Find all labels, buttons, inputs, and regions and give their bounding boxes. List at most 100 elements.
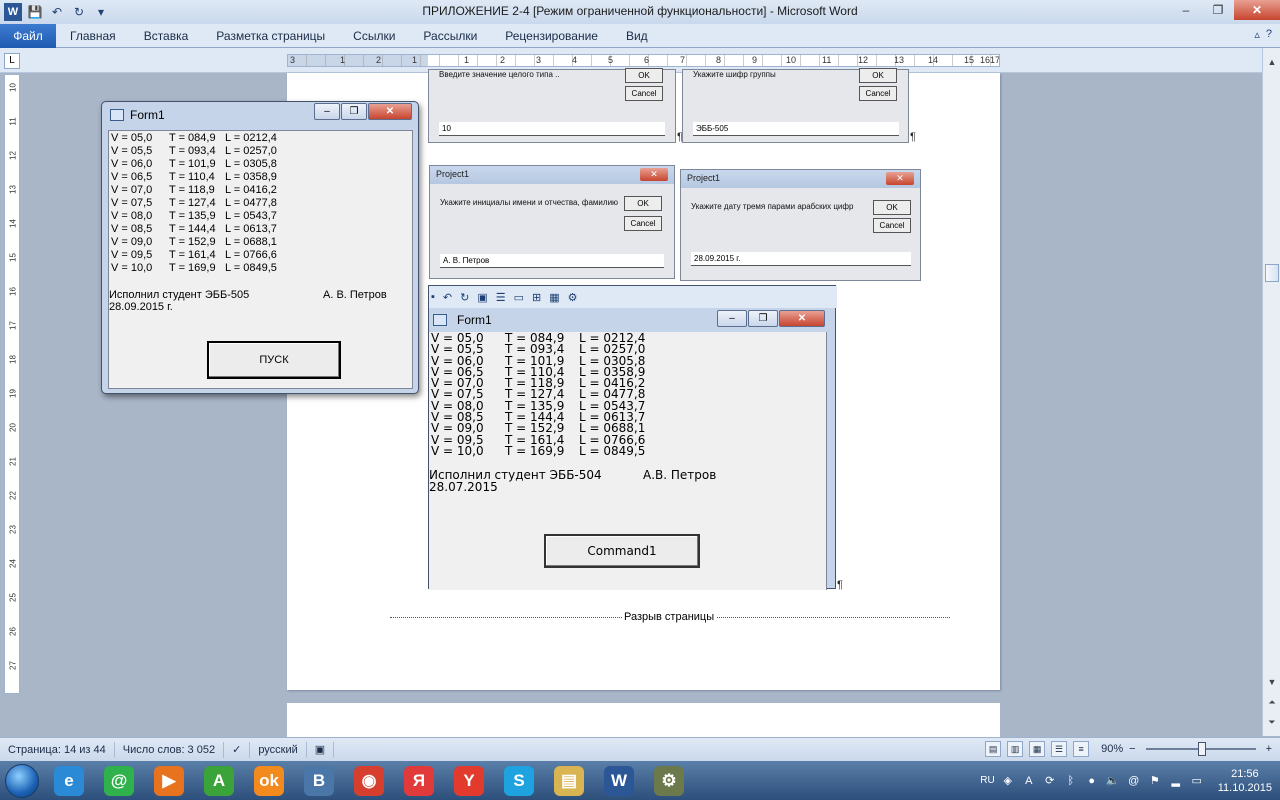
- zoom-controls: ▤ ▥ ▦ ☰ ≡ 90% − +: [985, 741, 1280, 757]
- input-language[interactable]: RU: [980, 775, 994, 786]
- zoom-slider[interactable]: [1145, 742, 1256, 756]
- dialog-close-icon[interactable]: ✕: [640, 168, 668, 181]
- tray-app-icon[interactable]: ◈: [1000, 773, 1016, 789]
- minimize-button[interactable]: –: [1170, 0, 1202, 20]
- outline-view-icon[interactable]: ☰: [1051, 741, 1068, 757]
- cancel-button[interactable]: Cancel: [624, 216, 662, 231]
- taskbar-yandex[interactable]: Я: [394, 761, 444, 800]
- taskbar-chrome[interactable]: ◉: [344, 761, 394, 800]
- taskbar-internet-explorer[interactable]: e: [44, 761, 94, 800]
- window-title: ПРИЛОЖЕНИЕ 2-4 [Режим ограниченной функц…: [422, 4, 858, 18]
- cancel-button[interactable]: Cancel: [873, 218, 911, 233]
- ribbon-collapse-icon[interactable]: ▵: [1254, 28, 1260, 41]
- ruler-number: 1: [464, 55, 470, 65]
- time-value: T = 169,9: [169, 262, 216, 274]
- undo-icon[interactable]: ↶: [48, 3, 66, 21]
- word-count[interactable]: Число слов: 3 052: [115, 741, 225, 758]
- cancel-button[interactable]: Cancel: [625, 86, 663, 101]
- full-screen-reading-icon[interactable]: ▥: [1007, 741, 1024, 757]
- taskbar-yandex-browser[interactable]: Y: [444, 761, 494, 800]
- redo-icon[interactable]: ↻: [70, 3, 88, 21]
- zoom-slider-knob[interactable]: [1197, 742, 1206, 756]
- taskbar-skype[interactable]: S: [494, 761, 544, 800]
- antivirus-icon[interactable]: ●: [1084, 773, 1100, 789]
- distance-value: L = 0688,1: [225, 236, 277, 248]
- next-page-icon[interactable]: ⏷: [1264, 714, 1280, 730]
- language[interactable]: русский: [250, 741, 307, 758]
- tab-home[interactable]: Главная: [56, 29, 130, 43]
- taskbar-vb-project[interactable]: ⚙: [644, 761, 694, 800]
- battery-icon[interactable]: ▭: [1189, 773, 1205, 789]
- scroll-up-icon[interactable]: ▲: [1264, 54, 1280, 70]
- distance-value: L = 0849,5: [225, 262, 277, 274]
- draft-view-icon[interactable]: ≡: [1073, 741, 1090, 757]
- ok-button[interactable]: OK: [624, 196, 662, 211]
- maximize-button[interactable]: ❐: [341, 103, 367, 120]
- save-icon[interactable]: 💾: [26, 3, 44, 21]
- tray-sync-icon[interactable]: ⟳: [1042, 773, 1058, 789]
- restore-button[interactable]: ❐: [1202, 0, 1234, 20]
- web-layout-icon[interactable]: ▦: [1029, 741, 1046, 757]
- mail-agent-icon[interactable]: @: [1126, 773, 1142, 789]
- taskbar-media-player[interactable]: ▶: [144, 761, 194, 800]
- taskbar-mail-ru-agent[interactable]: @: [94, 761, 144, 800]
- run-button[interactable]: ПУСК: [207, 341, 341, 379]
- tab-mailings[interactable]: Рассылки: [409, 29, 491, 43]
- time-value: T = 152,9: [169, 236, 216, 248]
- close-button[interactable]: ✕: [1234, 0, 1280, 20]
- taskbar-explorer[interactable]: ▤: [544, 761, 594, 800]
- zoom-level[interactable]: 90%: [1101, 743, 1123, 755]
- initials-input[interactable]: А. В. Петров: [440, 254, 664, 268]
- previous-page-icon[interactable]: ⏶: [1264, 694, 1280, 710]
- tray-download-icon[interactable]: A: [1021, 773, 1037, 789]
- date-input[interactable]: 28.09.2015 г.: [691, 252, 911, 266]
- tab-file[interactable]: Файл: [0, 23, 56, 48]
- spellcheck-icon[interactable]: ✓: [224, 741, 251, 758]
- minimize-button[interactable]: –: [314, 103, 340, 120]
- minimize-icon: –: [717, 310, 747, 327]
- form1-window[interactable]: Form1 – ❐ ✕ V = 05,0 T = 084,9 L = 0212,4 V…: [101, 101, 419, 394]
- taskbar-word-document[interactable]: W: [594, 761, 644, 800]
- ok-button[interactable]: OK: [859, 68, 897, 83]
- action-center-icon[interactable]: ⚑: [1147, 773, 1163, 789]
- ok-button[interactable]: OK: [873, 200, 911, 215]
- input-field[interactable]: ЭББ-505: [693, 122, 899, 136]
- close-button[interactable]: ✕: [368, 103, 412, 120]
- tab-insert[interactable]: Вставка: [130, 29, 203, 43]
- help-icon[interactable]: ?: [1266, 28, 1272, 41]
- ruler-number: 6: [644, 55, 650, 65]
- clock-date: 11.10.2015: [1217, 781, 1272, 794]
- taskbar-odnoklassniki[interactable]: ok: [244, 761, 294, 800]
- zoom-out-button[interactable]: −: [1129, 743, 1135, 755]
- page-break-label: Разрыв страницы: [622, 611, 717, 623]
- cancel-button[interactable]: Cancel: [859, 86, 897, 101]
- zoom-in-button[interactable]: +: [1266, 743, 1272, 755]
- tab-page-layout[interactable]: Разметка страницы: [202, 29, 339, 43]
- dialog-close-icon[interactable]: ✕: [886, 172, 914, 185]
- start-button[interactable]: [0, 761, 44, 800]
- columns-icon: ▦: [549, 291, 560, 304]
- horizontal-ruler[interactable]: 3 1 2 1 1 2 3 4 5 6 7 8 9 10 11 12 13 14…: [287, 54, 1000, 67]
- tab-selector[interactable]: L: [4, 53, 20, 69]
- clock[interactable]: 21:56 11.10.2015: [1218, 767, 1272, 795]
- taskbar-download-manager[interactable]: A: [194, 761, 244, 800]
- macro-record-icon[interactable]: ▣: [307, 741, 335, 758]
- print-layout-view-icon[interactable]: ▤: [985, 741, 1002, 757]
- customize-qat-dropdown-icon[interactable]: ▾: [92, 3, 110, 21]
- network-icon[interactable]: ▂: [1168, 773, 1184, 789]
- vertical-scrollbar[interactable]: ▲ ▼ ⏶ ⏷: [1262, 48, 1280, 736]
- scroll-down-icon[interactable]: ▼: [1264, 674, 1280, 690]
- page-count[interactable]: Страница: 14 из 44: [0, 741, 115, 758]
- vertical-ruler[interactable]: 10 11 12 13 14 15 16 17 18 19 20 21 22 2…: [4, 74, 20, 694]
- input-field[interactable]: 10: [439, 122, 665, 136]
- volume-icon[interactable]: 🔈: [1105, 773, 1121, 789]
- word-icon[interactable]: W: [4, 3, 22, 21]
- tab-review[interactable]: Рецензирование: [491, 29, 612, 43]
- bluetooth-icon[interactable]: ᛒ: [1063, 773, 1079, 789]
- tab-view[interactable]: Вид: [612, 29, 662, 43]
- velocity-value: V = 10,0: [431, 443, 484, 458]
- taskbar-vkontakte[interactable]: B: [294, 761, 344, 800]
- ok-button[interactable]: OK: [625, 68, 663, 83]
- scroll-thumb[interactable]: [1265, 264, 1279, 282]
- tab-references[interactable]: Ссылки: [339, 29, 409, 43]
